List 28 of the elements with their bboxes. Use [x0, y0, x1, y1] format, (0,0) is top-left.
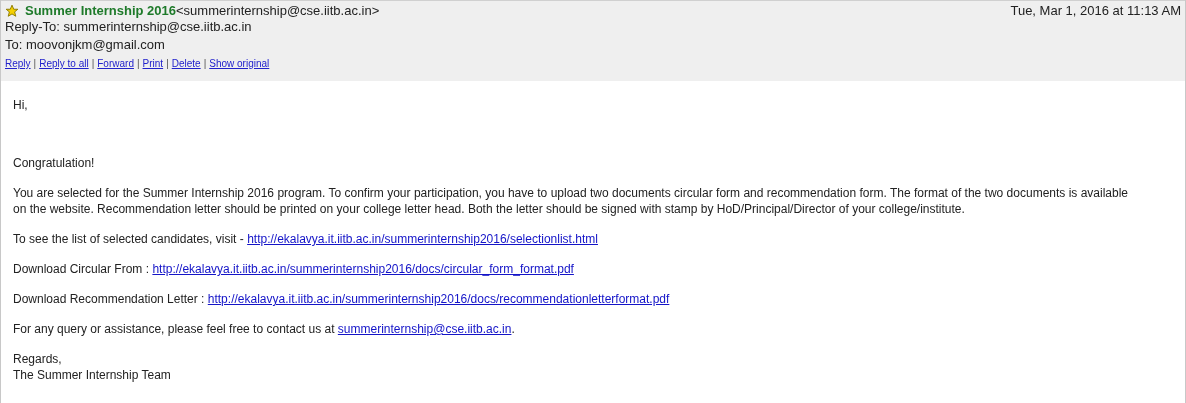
body-paragraph: To see the list of selected candidates, visit - http://ekalavya.it.iitb.ac.in/summerinternship2016/selectionlist.html — [13, 231, 599, 247]
action-link[interactable]: Show original — [209, 58, 270, 69]
action-link[interactable]: Forward — [97, 58, 134, 69]
action-link[interactable]: Delete — [171, 58, 201, 69]
body-paragraph: You are selected for the Summer Internship 2016 program. To confirm your participation, you have to upload two documents circular form and recommendation form. The format of the two documents is available on the website. Recommendation letter should be printed on your college letter head. Both the letter should be signed with stamp by HoD/Principal/Director of your college/institute. — [13, 185, 1129, 217]
reply-to-line: Reply-To: summerinternship@cse.iitb.ac.in — [5, 18, 253, 36]
separator: | — [136, 58, 140, 69]
message-date: Tue, Mar 1, 2016 at 11:13 AM — [1010, 3, 1181, 18]
action-link[interactable]: Reply to all — [39, 58, 89, 69]
separator: | — [203, 58, 207, 69]
to-line: To: moovonjkm@gmail.com — [5, 36, 166, 54]
body-paragraph: For any query or assistance, please feel free to contact us at summerinternship@cse.iitb.ac.in. — [13, 321, 516, 337]
link[interactable]: http://ekalavya.it.iitb.ac.in/summerinternship2016/docs/circular_form_format.pdf — [152, 262, 574, 276]
body-paragraph: Download Circular From : http://ekalavya.it.iitb.ac.in/summerinternship2016/docs/circular_form_format.pdf — [13, 261, 575, 277]
star-icon[interactable] — [5, 3, 19, 18]
separator: | — [166, 58, 169, 69]
separator: | — [91, 58, 95, 69]
link[interactable]: http://ekalavya.it.iitb.ac.in/summerinternship2016/docs/recommendationletterformat.pdf — [207, 292, 670, 306]
sender-name: Summer Internship 2016 — [25, 3, 176, 18]
link[interactable]: http://ekalavya.it.iitb.ac.in/summerinternship2016/selectionlist.html — [247, 232, 598, 246]
separator: | — [33, 58, 37, 69]
greeting: Hi, — [13, 97, 29, 113]
body-paragraph: Download Recommendation Letter : http://ekalavya.it.iitb.ac.in/summerinternship2016/docs/recommendationletterformat.pdf — [13, 291, 671, 307]
signoff: Regards, The Summer Internship Team — [13, 351, 172, 383]
sender-address: <summerinternship@cse.iitb.ac.in> — [176, 3, 380, 18]
action-link[interactable]: Print — [142, 58, 164, 69]
action-link[interactable]: Reply — [5, 58, 31, 69]
body-paragraph: Congratulation! — [13, 155, 96, 171]
